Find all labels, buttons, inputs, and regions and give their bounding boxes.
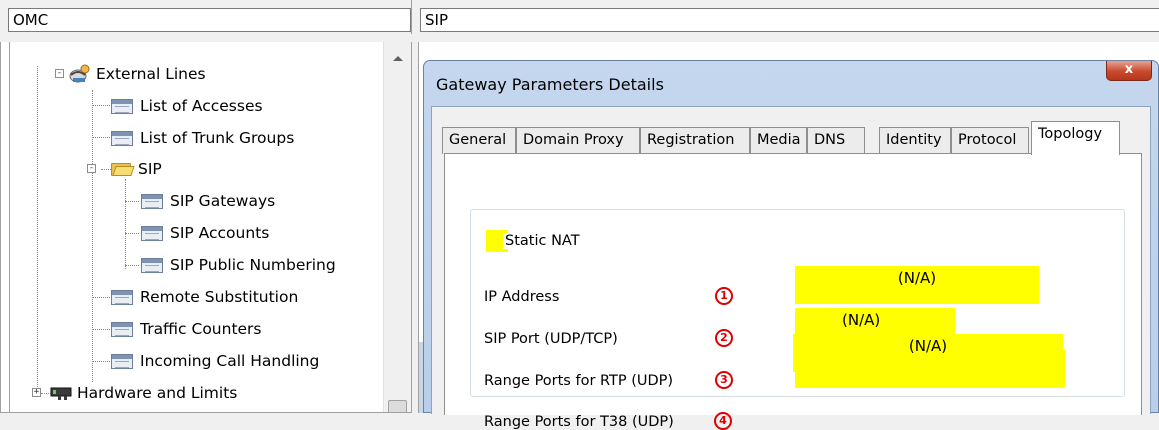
table-icon: [111, 98, 133, 114]
tab-dns[interactable]: DNS: [807, 127, 865, 154]
tree-item-incoming-call-handling[interactable]: Incoming Call Handling: [111, 347, 319, 375]
scroll-up-arrow-icon[interactable]: [393, 56, 403, 61]
tree-item-sip-accounts[interactable]: SIP Accounts: [141, 219, 269, 247]
navigation-tree: - External Lines List of Accesses List o…: [0, 42, 412, 413]
left-panel-title: OMC: [8, 8, 411, 32]
static-nat-label: Static NAT: [503, 233, 586, 249]
tree-item-label: SIP Public Numbering: [170, 256, 336, 274]
table-icon: [141, 193, 163, 209]
scroll-thumb[interactable]: [388, 400, 407, 412]
tree-item-external-lines[interactable]: External Lines: [68, 60, 206, 88]
sip-port-label: SIP Port (UDP/TCP): [484, 331, 618, 347]
marker-3: 3: [715, 371, 733, 389]
marker-4: 4: [714, 412, 732, 430]
tree-item-label: List of Trunk Groups: [140, 129, 295, 147]
marker-2: 2: [715, 329, 733, 347]
dialog-title: Gateway Parameters Details: [436, 75, 664, 94]
collapse-external-lines-toggle[interactable]: -: [55, 69, 64, 78]
tree-item-label: External Lines: [96, 65, 206, 83]
external-lines-icon: [68, 63, 92, 85]
tree-item-sip-public-numbering[interactable]: SIP Public Numbering: [141, 251, 336, 279]
marker-1: 1: [715, 287, 733, 305]
tree-item-hardware-and-limits[interactable]: Hardware and Limits: [49, 379, 237, 407]
tree-item-list-of-accesses[interactable]: List of Accesses: [111, 92, 263, 120]
expand-hardware-toggle[interactable]: +: [32, 388, 41, 397]
table-icon: [111, 321, 133, 337]
right-panel-title: SIP: [420, 8, 1159, 32]
tab-identity[interactable]: Identity: [879, 127, 951, 154]
ip-address-label: IP Address: [484, 289, 560, 305]
left-panel-header: OMC: [0, 0, 412, 34]
tree-item-sip-gateways[interactable]: SIP Gateways: [141, 187, 275, 215]
table-icon: [111, 289, 133, 305]
tab-media[interactable]: Media: [750, 127, 807, 154]
tree-item-label: List of Accesses: [140, 97, 263, 115]
tree-item-label: SIP Accounts: [170, 224, 270, 242]
table-icon: [141, 257, 163, 273]
tree-scrollbar[interactable]: [383, 42, 411, 412]
t38-range-label: Range Ports for T38 (UDP): [484, 414, 674, 430]
rtp-range-label: Range Ports for RTP (UDP): [484, 373, 674, 389]
tree-item-label: Remote Substitution: [140, 288, 299, 306]
t38-range-field[interactable]: (N/A): [793, 334, 1063, 372]
tree-item-label: Hardware and Limits: [77, 384, 238, 402]
topology-panel: Static NAT IP Address 1 (N/A) SIP Port (…: [444, 153, 1142, 430]
table-icon: [141, 225, 163, 241]
tree-item-label: Traffic Counters: [140, 320, 262, 338]
tree-item-remote-substitution[interactable]: Remote Substitution: [111, 283, 298, 311]
close-button[interactable]: x: [1106, 61, 1152, 81]
tree-item-label: Incoming Call Handling: [140, 352, 320, 370]
collapse-sip-toggle[interactable]: -: [87, 164, 96, 173]
tree-item-label: SIP: [138, 160, 162, 178]
tab-domain-proxy[interactable]: Domain Proxy: [516, 127, 640, 154]
hardware-icon: [49, 385, 73, 401]
table-icon: [111, 130, 133, 146]
tab-protocol[interactable]: Protocol: [951, 127, 1029, 154]
tree-item-list-of-trunk-groups[interactable]: List of Trunk Groups: [111, 124, 294, 152]
folder-open-icon: [111, 161, 135, 177]
tree-item-label: SIP Gateways: [170, 192, 276, 210]
right-panel-header: SIP: [418, 0, 1159, 34]
tree-item-traffic-counters[interactable]: Traffic Counters: [111, 315, 262, 343]
table-icon: [111, 353, 133, 369]
ip-address-field[interactable]: (N/A): [795, 266, 1039, 304]
tab-topology[interactable]: Topology: [1031, 121, 1120, 155]
tab-registration[interactable]: Registration: [640, 127, 750, 154]
tab-general[interactable]: General: [442, 127, 516, 154]
tree-item-sip[interactable]: SIP: [111, 155, 162, 183]
